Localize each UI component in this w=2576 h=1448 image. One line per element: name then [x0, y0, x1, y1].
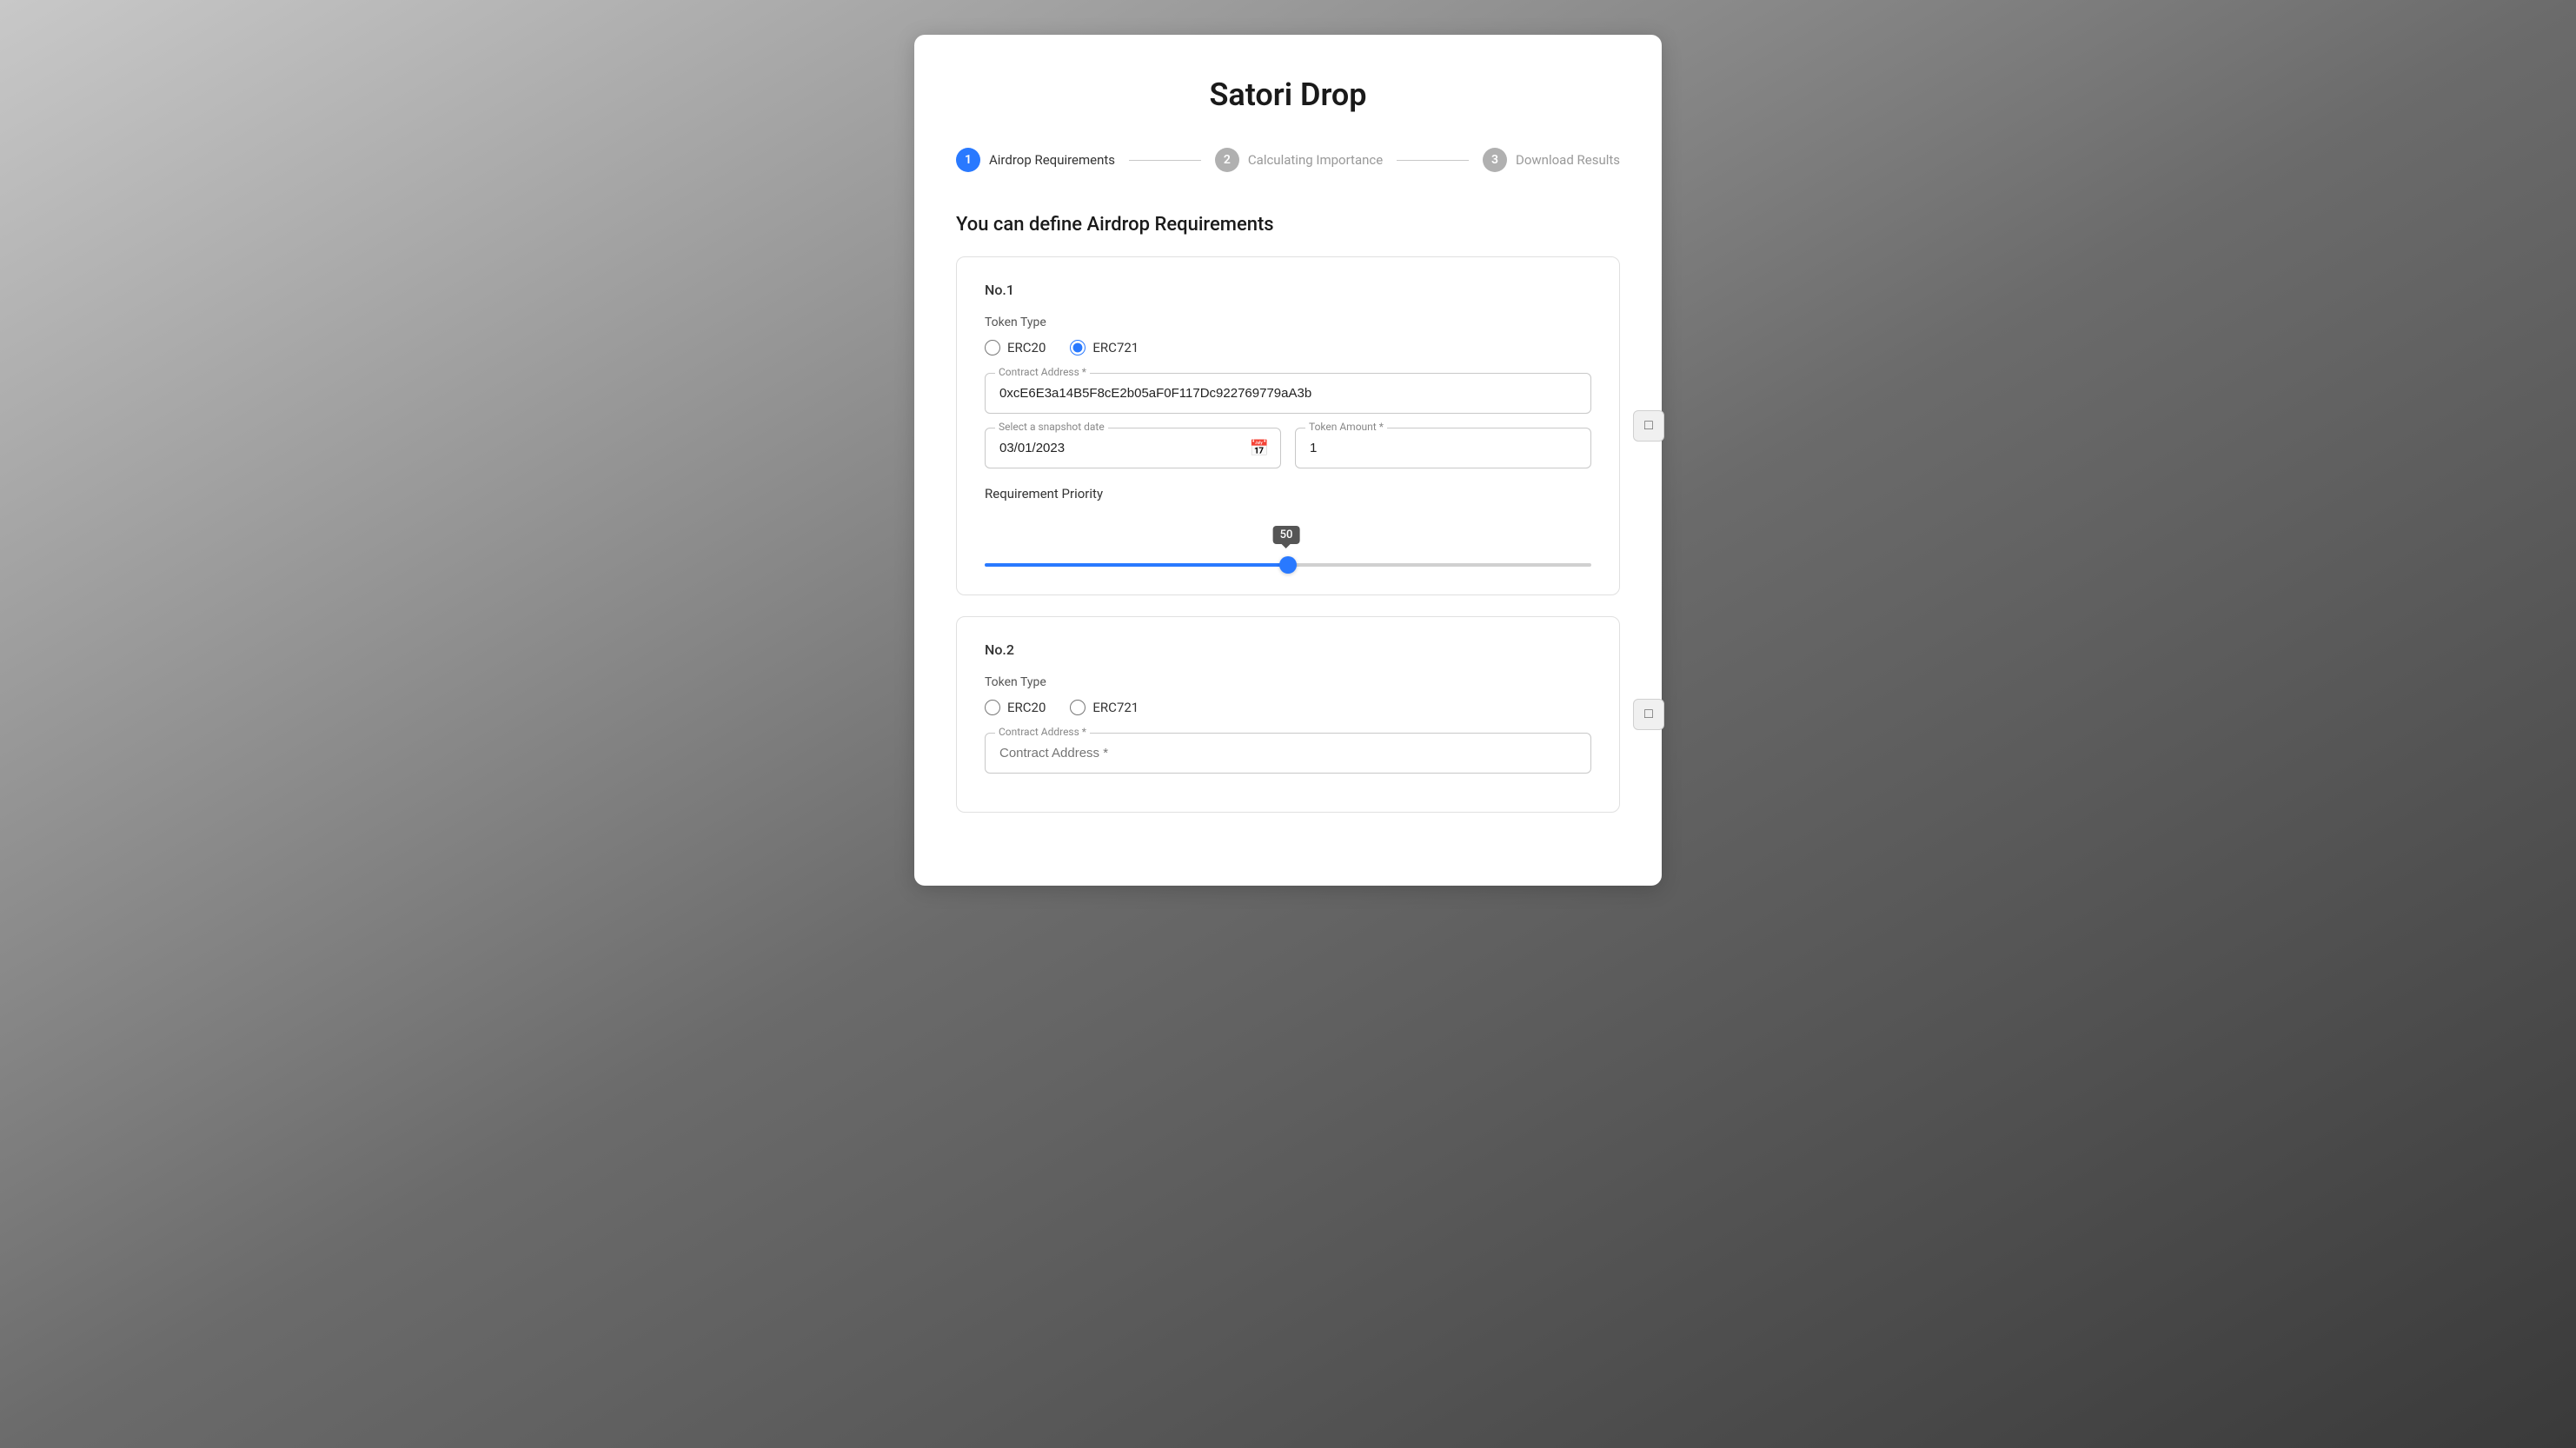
card-1-radio-group: ERC20 ERC721 — [985, 340, 1591, 355]
step-1-circle: 1 — [956, 148, 980, 172]
card-2-radio-group: ERC20 ERC721 — [985, 700, 1591, 715]
card-2-erc721-radio[interactable] — [1070, 700, 1086, 715]
step-2-circle: 2 — [1215, 148, 1239, 172]
section-heading: You can define Airdrop Requirements — [956, 214, 1620, 236]
card-2-contract-address-label: Contract Address * — [995, 726, 1090, 738]
card-1-snapshot-date-label: Select a snapshot date — [995, 421, 1108, 433]
delete-icon: □ — [1644, 418, 1653, 434]
step-1: 1 Airdrop Requirements — [956, 148, 1115, 172]
step-1-label: Airdrop Requirements — [989, 152, 1115, 168]
step-3: 3 Download Results — [1483, 148, 1620, 172]
card-2-contract-address-input[interactable] — [985, 733, 1591, 774]
card-1-snapshot-date-input[interactable] — [985, 428, 1281, 468]
card-1-slider-section: Requirement Priority 50 — [985, 486, 1591, 570]
card-1-token-type-label: Token Type — [985, 316, 1591, 329]
card-1-erc721-option[interactable]: ERC721 — [1070, 340, 1139, 355]
card-1-slider-input[interactable] — [985, 563, 1591, 567]
card-1-snapshot-date-wrapper: Select a snapshot date 📅 — [985, 428, 1281, 468]
card-1-slider-tooltip: 50 — [1273, 526, 1300, 544]
card-2-token-type-label: Token Type — [985, 675, 1591, 689]
card-1-erc20-label: ERC20 — [1007, 340, 1046, 355]
card-1-erc20-radio[interactable] — [985, 340, 1000, 355]
page-title: Satori Drop — [956, 76, 1620, 113]
requirement-card-2: No.2 Token Type ERC20 ERC721 Contract Ad… — [956, 616, 1620, 813]
card-1-slider-container: 50 — [985, 526, 1591, 570]
card-1-contract-address-input[interactable] — [985, 373, 1591, 414]
card-1-erc721-label: ERC721 — [1092, 340, 1139, 355]
stepper: 1 Airdrop Requirements 2 Calculating Imp… — [956, 148, 1620, 172]
step-3-label: Download Results — [1516, 152, 1620, 168]
step-2: 2 Calculating Importance — [1215, 148, 1383, 172]
card-2-erc721-option[interactable]: ERC721 — [1070, 700, 1139, 715]
card-2-contract-address-wrapper: Contract Address * — [985, 733, 1591, 774]
requirement-card-1: No.1 Token Type ERC20 ERC721 Contract Ad… — [956, 256, 1620, 595]
step-2-label: Calculating Importance — [1248, 152, 1383, 168]
card-1-erc20-option[interactable]: ERC20 — [985, 340, 1046, 355]
card-1-two-col: Select a snapshot date 📅 Token Amount * — [985, 428, 1591, 468]
card-1-number: No.1 — [985, 282, 1591, 298]
card-2-erc20-label: ERC20 — [1007, 700, 1046, 715]
card-1-contract-address-wrapper: Contract Address * — [985, 373, 1591, 414]
card-2-erc20-option[interactable]: ERC20 — [985, 700, 1046, 715]
delete-icon-2: □ — [1644, 707, 1653, 722]
step-connector-2 — [1397, 160, 1469, 161]
card-1-requirement-priority-label: Requirement Priority — [985, 486, 1591, 501]
step-3-circle: 3 — [1483, 148, 1507, 172]
card-2-delete-button[interactable]: □ — [1633, 699, 1664, 730]
step-connector-1 — [1129, 160, 1201, 161]
card-2-erc721-label: ERC721 — [1092, 700, 1139, 715]
card-2-number: No.2 — [985, 641, 1591, 658]
card-1-token-amount-label: Token Amount * — [1305, 421, 1387, 433]
card-1-token-amount-input[interactable] — [1295, 428, 1591, 468]
card-1-erc721-radio[interactable] — [1070, 340, 1086, 355]
card-2-erc20-radio[interactable] — [985, 700, 1000, 715]
card-1-contract-address-label: Contract Address * — [995, 366, 1090, 378]
card-1-token-amount-wrapper: Token Amount * — [1295, 428, 1591, 468]
card-1-delete-button[interactable]: □ — [1633, 410, 1664, 442]
main-container: Satori Drop 1 Airdrop Requirements 2 Cal… — [914, 35, 1662, 886]
